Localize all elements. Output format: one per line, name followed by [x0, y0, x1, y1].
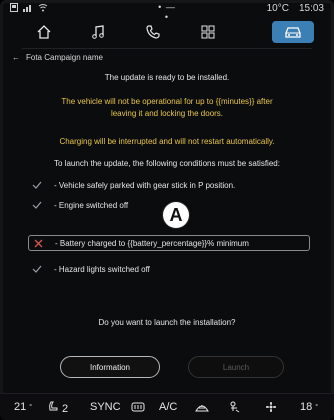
- check-icon: [30, 181, 44, 189]
- breadcrumb: ← Fota Campaign name: [12, 50, 103, 64]
- main-nav: [0, 17, 334, 47]
- update-dialog: The update is ready to be installed. The…: [0, 66, 334, 378]
- passenger-temperature[interactable]: 18 °: [300, 401, 318, 413]
- condition-label: - Vehicle safely parked with gear stick …: [54, 180, 236, 190]
- seat-heat-level: 2: [62, 402, 69, 415]
- ac-label: A/C: [159, 401, 178, 413]
- condition-item-failed: - Battery charged to {{battery_percentag…: [28, 235, 310, 251]
- nav-divider: [22, 48, 312, 49]
- clock: 15:03: [298, 3, 324, 14]
- conditions-intro: To launch the update, the following cond…: [54, 159, 280, 168]
- sync-label: SYNC: [90, 401, 121, 413]
- passenger-temperature-value: 18: [300, 401, 313, 413]
- check-icon: [30, 265, 44, 273]
- wifi-icon: [38, 3, 48, 14]
- launch-question: Do you want to launch the installation?: [98, 318, 236, 327]
- condition-item: - Hazard lights switched off: [30, 262, 320, 276]
- ac-button[interactable]: A/C: [159, 401, 177, 413]
- driver-temperature-value: 21: [14, 401, 27, 413]
- condition-item: - Vehicle safely parked with gear stick …: [30, 178, 320, 192]
- window-icon: [10, 3, 18, 14]
- condition-label: - Battery charged to {{battery_percentag…: [55, 238, 249, 248]
- charging-warning: Charging will be interrupted and will no…: [59, 137, 275, 146]
- outside-temperature: 10°C: [266, 3, 289, 14]
- status-icons: [10, 3, 48, 14]
- music-icon[interactable]: [87, 21, 109, 43]
- phone-icon[interactable]: [142, 21, 164, 43]
- fan-icon[interactable]: [265, 401, 277, 413]
- home-icon[interactable]: [33, 21, 55, 43]
- check-icon: [30, 201, 44, 209]
- passenger-temperature-unit: °: [315, 403, 319, 411]
- rear-defrost-icon[interactable]: [131, 401, 145, 413]
- launch-button[interactable]: Launch: [188, 356, 284, 378]
- signal-icon: [23, 3, 33, 14]
- airflow-icon[interactable]: [228, 401, 242, 413]
- ready-message: The update is ready to be installed.: [104, 73, 230, 82]
- climate-bar: 21 ° 2 SYNC A/C 18 °: [0, 393, 334, 420]
- sync-button[interactable]: SYNC: [90, 401, 121, 413]
- driver-temperature-unit: °: [29, 403, 33, 411]
- seat-heat-icon: [48, 401, 59, 416]
- condition-label: - Engine switched off: [54, 200, 129, 210]
- status-bar: • — • 10°C 15:03: [0, 0, 334, 22]
- front-defrost-icon[interactable]: [195, 401, 209, 413]
- cross-icon: [31, 239, 45, 248]
- apps-icon[interactable]: [197, 21, 219, 43]
- warning-line-1: The vehicle will not be operational for …: [61, 97, 273, 106]
- warning-line-2: leaving it and locking the doors.: [110, 109, 224, 118]
- car-icon[interactable]: [272, 21, 314, 43]
- callout-marker-a: A: [163, 202, 189, 228]
- condition-label: - Hazard lights switched off: [54, 264, 150, 274]
- status-right: 10°C 15:03: [267, 3, 324, 14]
- infotainment-screen: • — • 10°C 15:03 ← Fota Campaign name Th…: [0, 0, 334, 420]
- information-button[interactable]: Information: [60, 356, 160, 378]
- page-title: Fota Campaign name: [26, 52, 103, 62]
- driver-temperature[interactable]: 21 °: [14, 401, 32, 413]
- back-arrow-icon[interactable]: ←: [12, 53, 20, 62]
- seat-heating[interactable]: 2: [48, 401, 68, 416]
